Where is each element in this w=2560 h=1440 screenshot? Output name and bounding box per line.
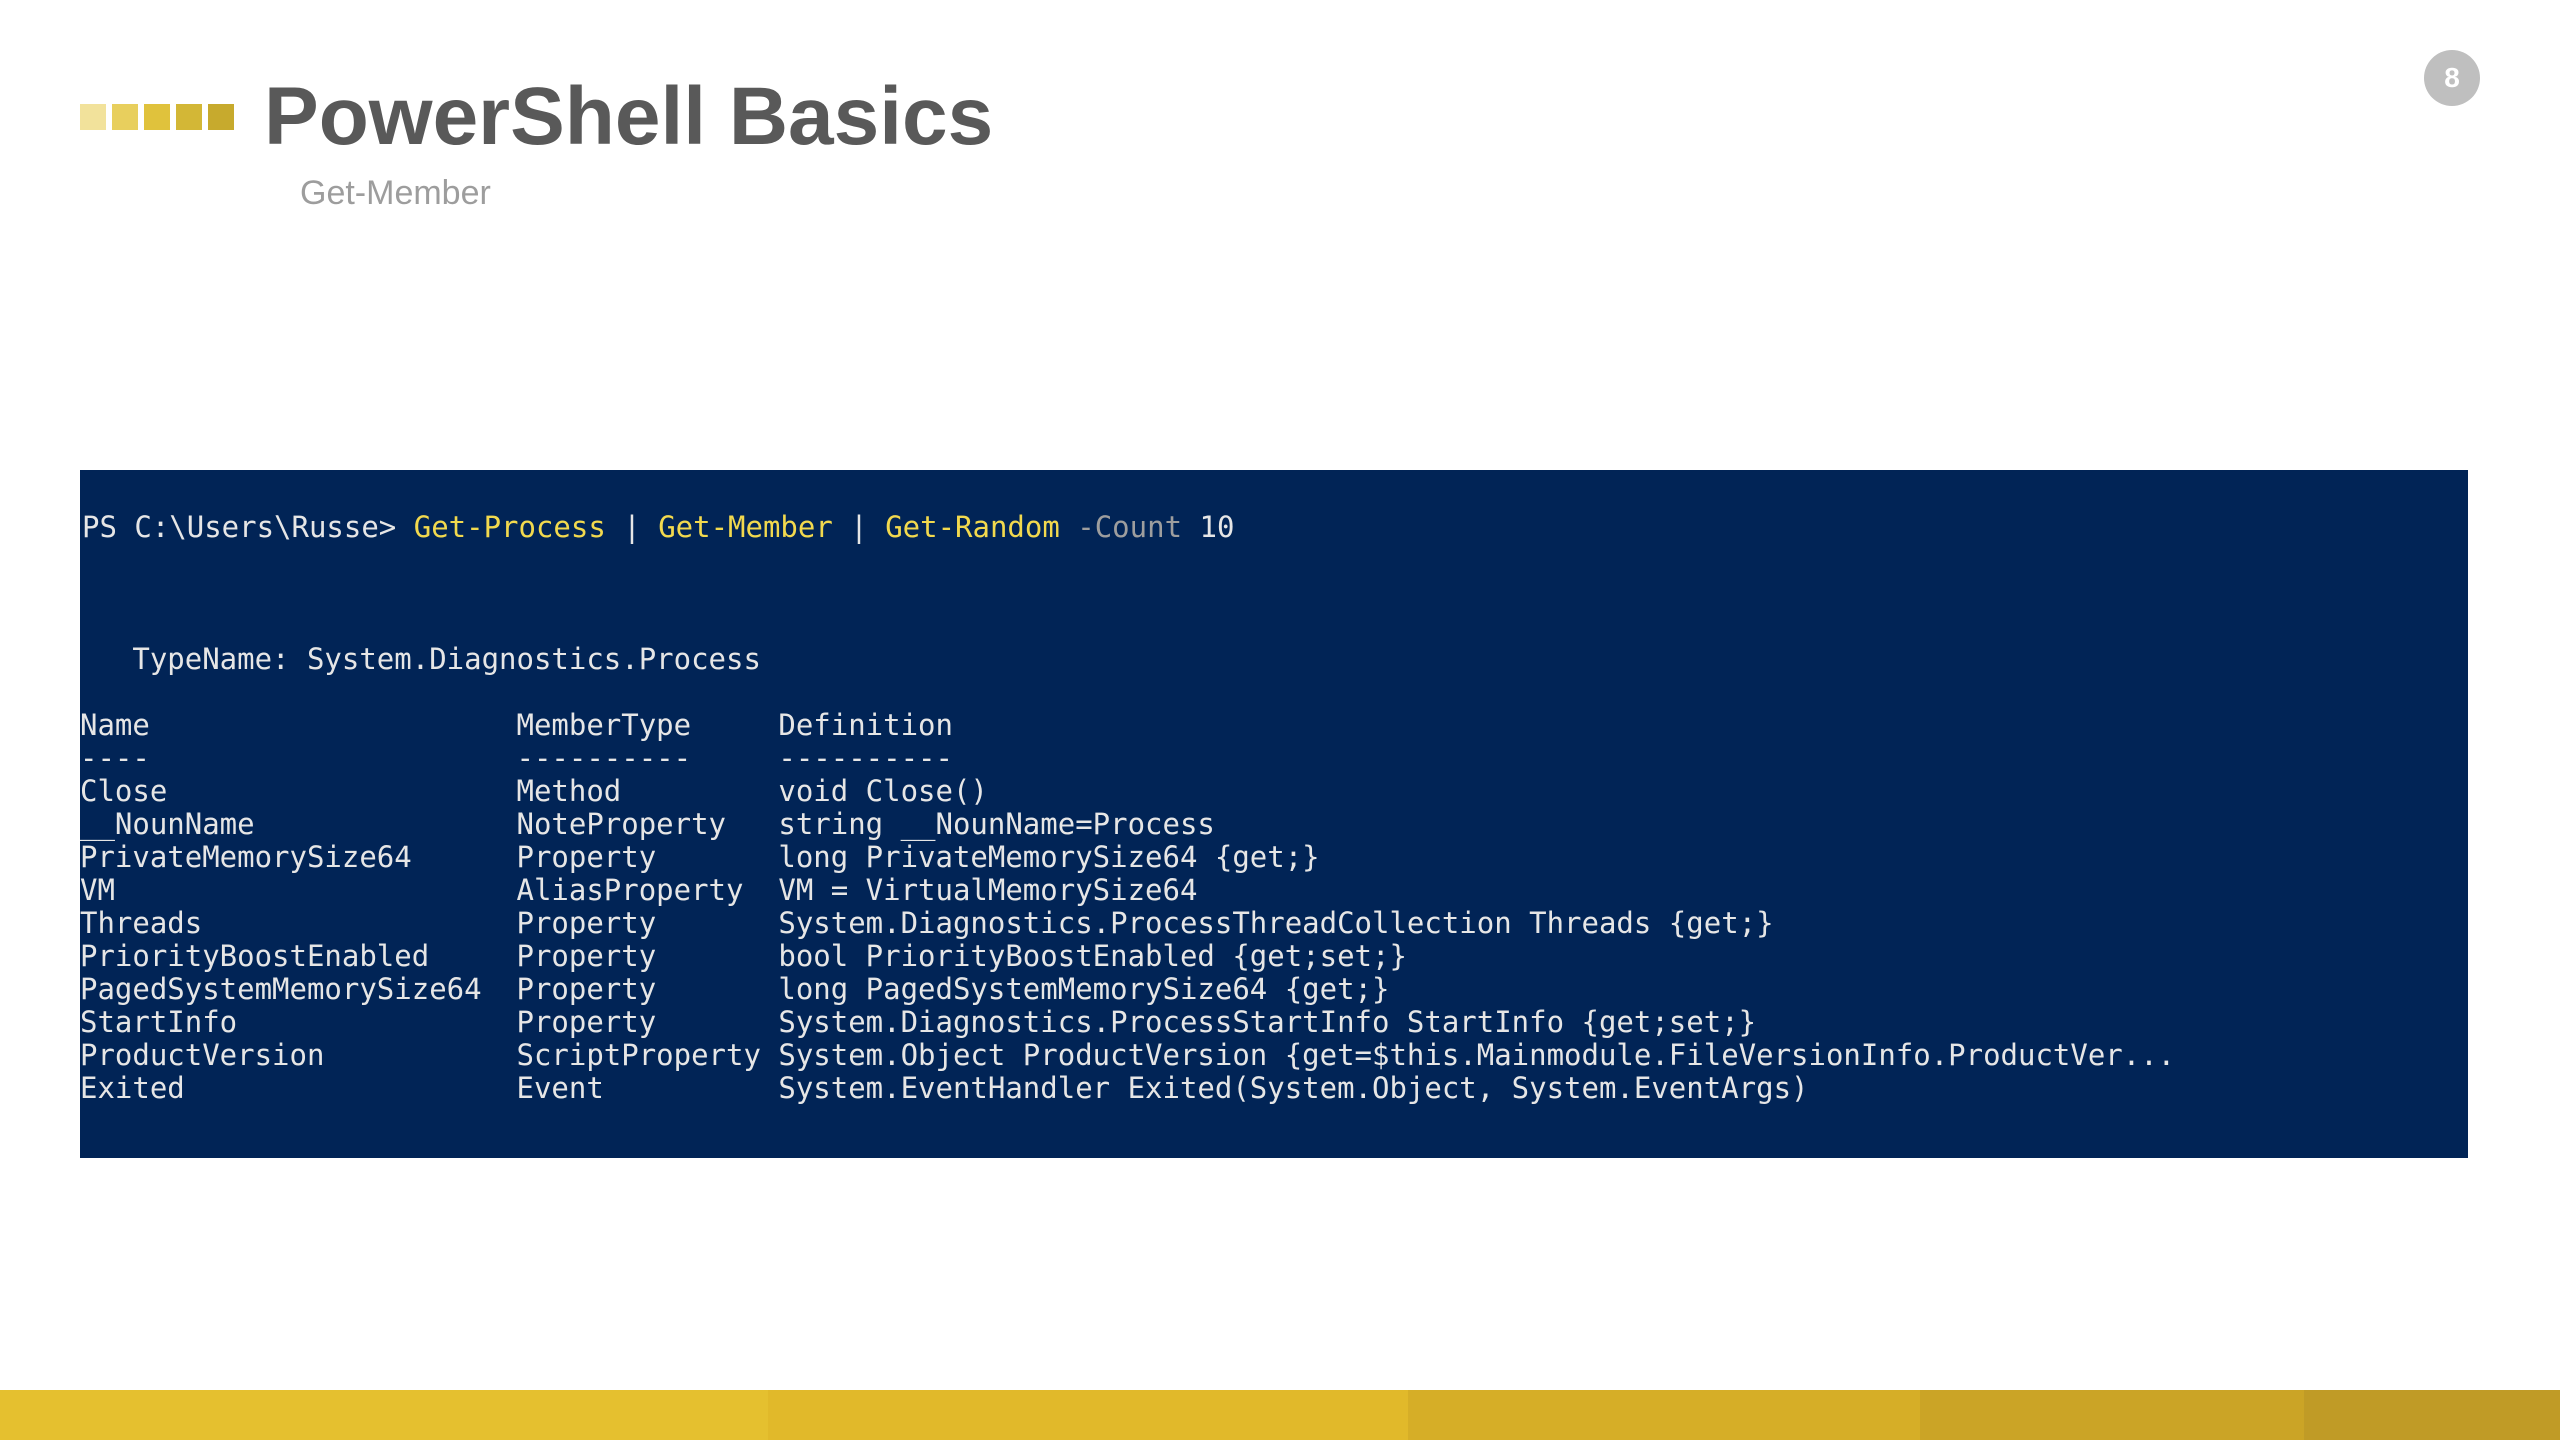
page-number: 8 (2444, 62, 2460, 94)
footer-accent-band (0, 1390, 2560, 1440)
accent-bars-icon (80, 104, 234, 130)
slide-title: PowerShell Basics (264, 70, 993, 164)
powershell-console: PS C:\Users\Russe> Get-Process | Get-Mem… (80, 470, 2468, 1158)
slide-header: PowerShell Basics Get-Member (80, 70, 993, 213)
prompt-text: PS C:\Users\Russe> (82, 510, 414, 544)
slide-subtitle: Get-Member (300, 174, 993, 213)
console-output: TypeName: System.Diagnostics.Process Nam… (80, 577, 2468, 1105)
command-text: Get-Process | Get-Member | Get-Random -C… (414, 510, 1235, 544)
prompt-line: PS C:\Users\Russe> Get-Process | Get-Mem… (80, 511, 2468, 544)
page-number-badge: 8 (2424, 50, 2480, 106)
